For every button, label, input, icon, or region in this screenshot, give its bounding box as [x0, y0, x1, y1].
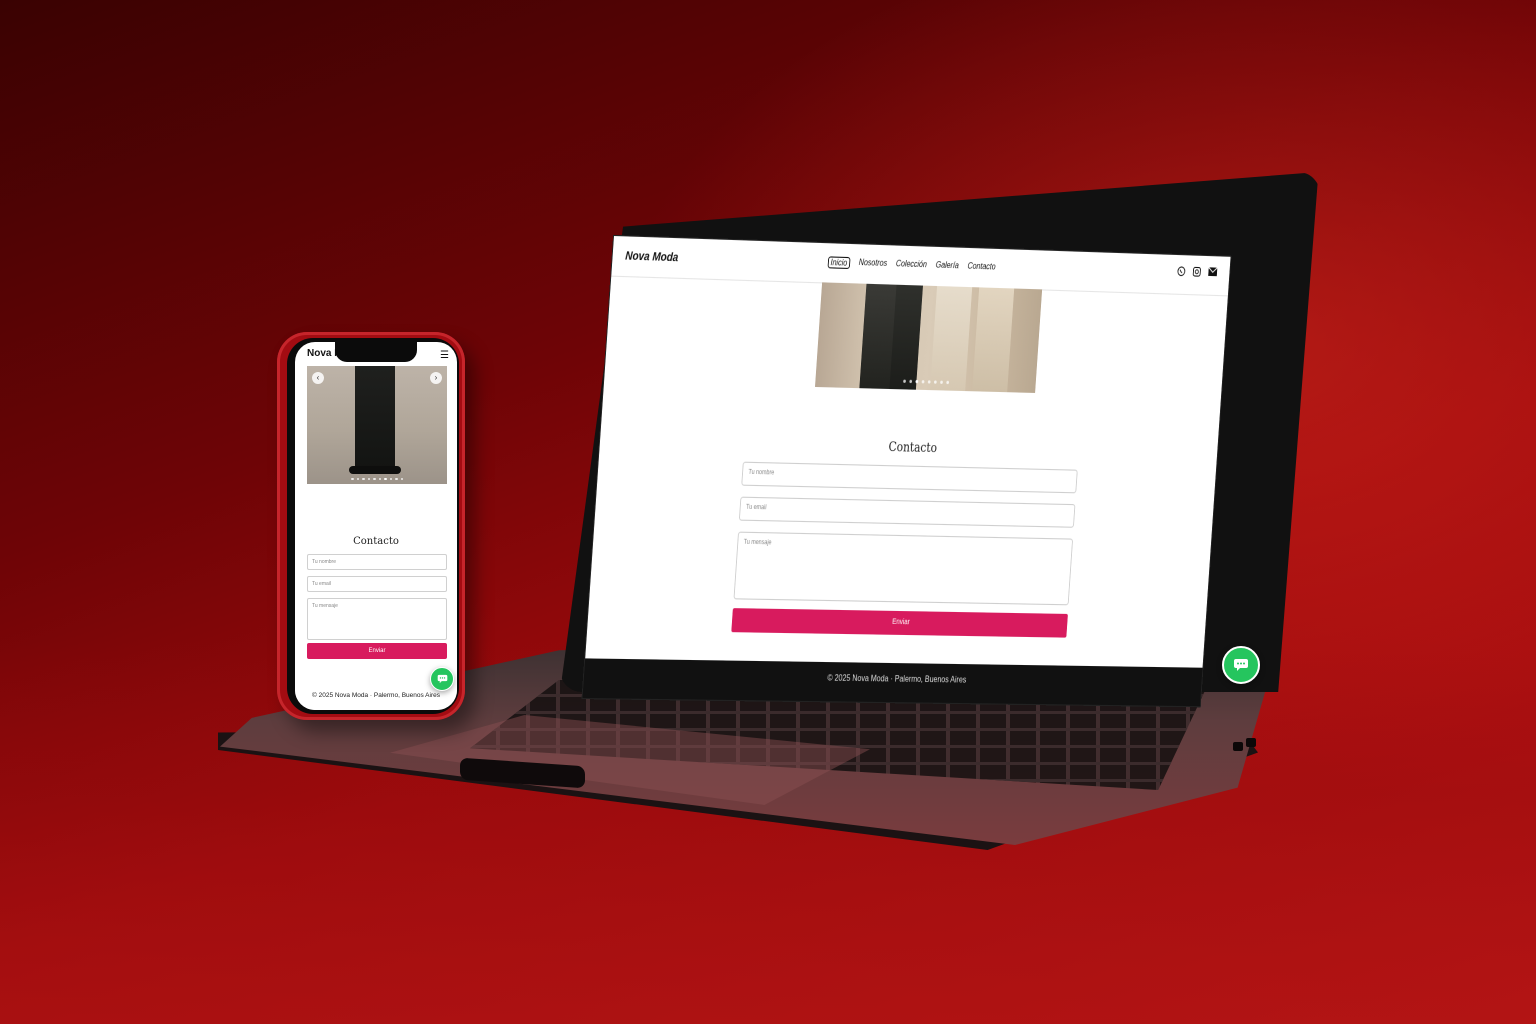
carousel-dot[interactable]: [351, 478, 354, 481]
carousel-dot[interactable]: [357, 478, 360, 481]
instagram-icon[interactable]: [1192, 266, 1202, 280]
submit-button[interactable]: Enviar: [307, 643, 447, 659]
carousel-dot[interactable]: [384, 478, 387, 481]
hamburger-menu-icon[interactable]: ☰: [440, 350, 449, 361]
message-field[interactable]: Tu mensaje: [734, 532, 1074, 606]
phone-screen: Nova Moda ☰ ‹ › Contacto Tu nombre Tu em…: [295, 342, 457, 710]
carousel-dot[interactable]: [946, 381, 949, 384]
chat-icon: [437, 674, 448, 684]
footer: © 2025 Nova Moda · Palermo, Buenos Aires: [583, 658, 1203, 706]
mail-icon[interactable]: [1207, 267, 1217, 281]
email-field[interactable]: Tu email: [307, 576, 447, 592]
carousel-dot[interactable]: [368, 478, 371, 481]
message-field[interactable]: Tu mensaje: [307, 598, 447, 640]
hero-carousel[interactable]: ‹ ›: [307, 366, 447, 484]
carousel-dot[interactable]: [373, 478, 376, 481]
carousel-dots[interactable]: [307, 478, 447, 481]
carousel-dot[interactable]: [934, 380, 937, 383]
phone-notch: [335, 338, 417, 362]
model-figure: [930, 286, 972, 391]
name-field[interactable]: Tu nombre: [741, 462, 1078, 494]
nav-contacto[interactable]: Contacto: [967, 261, 996, 274]
carousel-dot[interactable]: [401, 478, 404, 481]
chat-button[interactable]: [430, 667, 454, 691]
carousel-prev-button[interactable]: ‹: [312, 372, 324, 384]
model-figure: [889, 285, 923, 390]
nav-menu: Inicio Nosotros Colección Galería Contac…: [828, 256, 996, 273]
social-links: [1176, 266, 1217, 281]
contact-title: Contacto: [295, 536, 457, 547]
model-figure: [355, 366, 395, 470]
carousel-dot[interactable]: [379, 478, 382, 481]
nav-coleccion[interactable]: Colección: [895, 259, 927, 272]
carousel-dot[interactable]: [940, 381, 943, 384]
carousel-dot[interactable]: [390, 478, 393, 481]
carousel-dot[interactable]: [928, 380, 931, 383]
laptop-screen: Nova Moda Inicio Nosotros Colección Gale…: [583, 236, 1231, 706]
submit-button[interactable]: Enviar: [731, 608, 1068, 638]
brand-logo[interactable]: Nova Moda: [625, 250, 679, 265]
name-field[interactable]: Tu nombre: [307, 554, 447, 570]
email-field[interactable]: Tu email: [739, 497, 1076, 528]
nav-galeria[interactable]: Galería: [935, 260, 959, 273]
carousel-dot[interactable]: [903, 380, 906, 383]
usb-port: [1246, 738, 1256, 747]
chat-icon: [1233, 658, 1249, 672]
whatsapp-icon[interactable]: [1176, 266, 1186, 280]
nav-nosotros[interactable]: Nosotros: [858, 257, 887, 270]
model-shoes: [349, 466, 401, 474]
carousel-dot[interactable]: [362, 478, 365, 481]
contact-title: Contacto: [600, 432, 1218, 462]
model-figure: [972, 287, 1014, 392]
carousel-dot[interactable]: [909, 380, 912, 383]
carousel-dot[interactable]: [915, 380, 918, 383]
nav-inicio[interactable]: Inicio: [828, 256, 851, 269]
chat-button[interactable]: [1222, 646, 1260, 684]
carousel-dot[interactable]: [395, 478, 398, 481]
footer: © 2025 Nova Moda · Palermo, Buenos Aires: [295, 688, 457, 710]
carousel-next-button[interactable]: ›: [430, 372, 442, 384]
carousel-dot[interactable]: [922, 380, 925, 383]
hero-carousel[interactable]: [815, 282, 1042, 393]
usb-port: [1233, 742, 1243, 751]
